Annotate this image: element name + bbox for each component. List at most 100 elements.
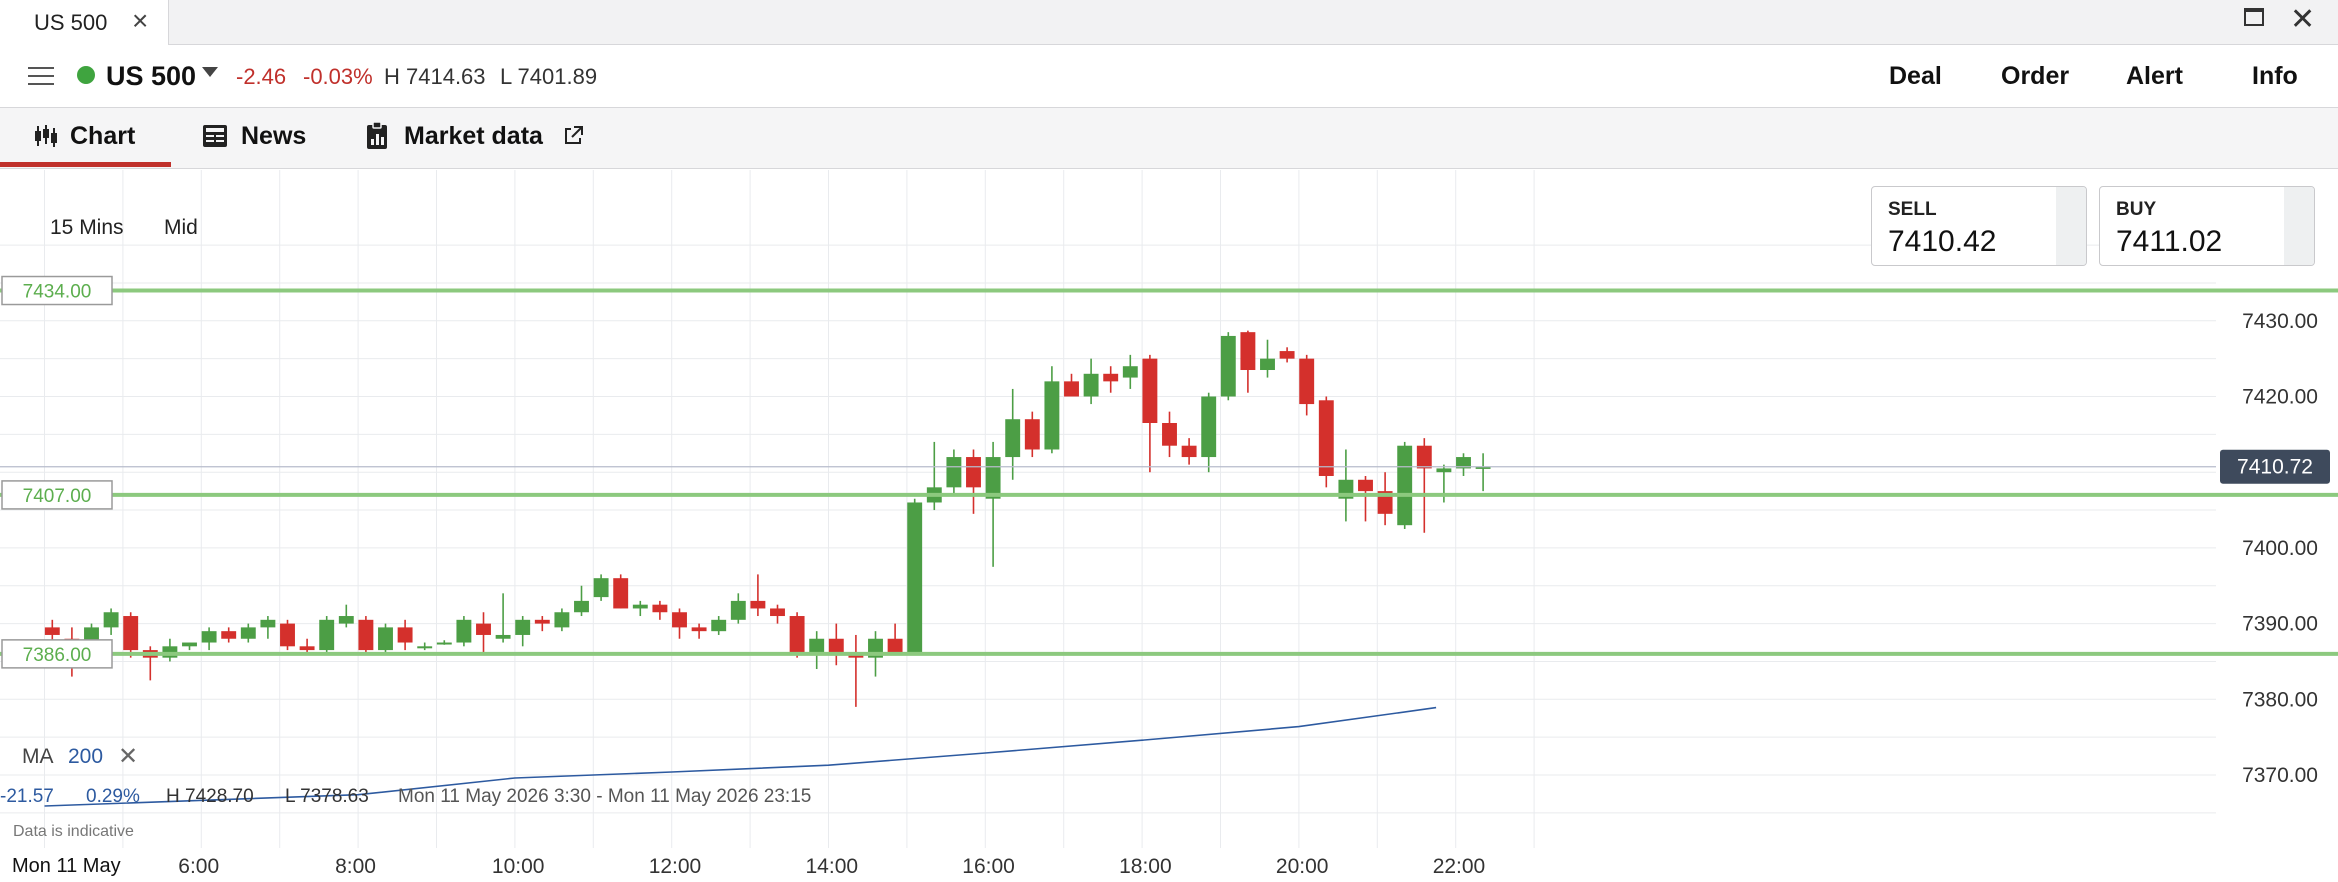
ma-indicator-label[interactable]: MA (22, 745, 54, 769)
candle-body (358, 619, 374, 651)
interval-selector[interactable]: 15 Mins (50, 216, 124, 240)
active-tab-indicator (0, 162, 171, 167)
tab-chart[interactable]: Chart (70, 122, 135, 151)
candle-body (750, 600, 766, 609)
price-change: -2.46 (236, 64, 287, 89)
candle-body (1162, 422, 1177, 446)
nav-tab-bar (0, 108, 2338, 169)
candle (1044, 366, 1060, 454)
candle-body (476, 623, 491, 635)
candle-body (1240, 332, 1256, 371)
candle-body (1142, 358, 1158, 423)
candle (848, 634, 864, 707)
window-close-icon[interactable]: ✕ (2290, 2, 2315, 38)
candle (593, 574, 609, 601)
ma-period[interactable]: 200 (68, 745, 103, 769)
y-axis-labels: 7370.007380.007390.007400.007410.007420.… (2242, 310, 2318, 787)
candles-layer (44, 330, 1491, 707)
external-link-icon[interactable] (562, 125, 584, 147)
candle (789, 612, 805, 658)
day-low: L 7401.89 (500, 64, 598, 89)
alert-button[interactable]: Alert (2126, 62, 2183, 91)
candle (1103, 366, 1119, 393)
alert-label: 7407.00 (23, 486, 92, 507)
candle-body (1397, 445, 1413, 526)
candle-body (436, 642, 452, 645)
price-chart[interactable]: 7434.00 7407.00 7386.00 7370.00 7380.00 7390… (0, 170, 2338, 882)
candle (632, 600, 648, 617)
candle (260, 616, 276, 639)
sell-label: SELL (1888, 199, 1937, 220)
candle-body (632, 604, 648, 609)
candle (534, 616, 550, 632)
x-tick-label: 18:00 (1119, 855, 1172, 878)
order-button[interactable]: Order (2001, 62, 2069, 91)
hamburger-menu-icon[interactable] (28, 67, 54, 85)
info-button[interactable]: Info (2252, 62, 2298, 91)
sell-button[interactable]: SELL 7410.42 (1871, 186, 2087, 266)
y-tick-label: 7380.00 (2242, 688, 2318, 711)
candle-body (495, 634, 511, 639)
x-tick-label: 10:00 (491, 855, 545, 878)
price-change-percent: -0.03% (303, 64, 373, 89)
caret-down-icon[interactable] (202, 67, 218, 77)
x-tick-label: 14:00 (805, 855, 859, 878)
candle-body (201, 631, 217, 643)
candle (926, 441, 942, 511)
tab-news[interactable]: News (241, 122, 306, 151)
clipboard-chart-icon (367, 122, 387, 149)
y-tick-label: 7400.00 (2242, 537, 2318, 560)
remove-indicator-icon[interactable]: ✕ (118, 742, 138, 771)
candle (1024, 411, 1040, 458)
price-type-selector[interactable]: Mid (164, 216, 198, 240)
candle (319, 616, 335, 654)
candle (1083, 358, 1099, 405)
market-status-dot (77, 66, 95, 84)
candle (397, 619, 413, 651)
candle-body (907, 502, 923, 654)
day-high: H 7414.63 (384, 64, 486, 89)
candle-body (593, 578, 609, 598)
alert-label: 7386.00 (23, 645, 92, 666)
instrument-name[interactable]: US 500 (106, 61, 196, 92)
candle-body (691, 627, 707, 632)
candle (1377, 472, 1393, 526)
candle (1162, 411, 1177, 458)
candle-body (1436, 468, 1452, 473)
candle-body (1358, 479, 1373, 492)
buy-button[interactable]: BUY 7411.02 (2099, 186, 2315, 266)
tab-close-icon[interactable]: × (132, 6, 148, 36)
tab-title[interactable]: US 500 (34, 10, 107, 36)
current-price-label: 7410.72 (2237, 456, 2313, 479)
candle (515, 616, 531, 647)
candle (691, 623, 707, 639)
candle-body (946, 457, 962, 488)
candle-body (966, 457, 981, 488)
candle-body (1279, 351, 1295, 359)
candle (201, 627, 217, 651)
candle (476, 612, 491, 654)
vertical-gridlines (44, 170, 1535, 848)
candle (1279, 347, 1295, 363)
candle (1142, 354, 1158, 473)
candle-body (730, 600, 746, 620)
candle-body (103, 612, 119, 628)
tab-market-data[interactable]: Market data (404, 122, 543, 151)
candle-body (1260, 358, 1275, 371)
candle-body (828, 638, 844, 654)
candle-body (515, 619, 531, 635)
candle (1318, 396, 1334, 488)
candle-body (260, 619, 276, 628)
candle (1220, 332, 1236, 401)
candle (770, 604, 785, 624)
candle (750, 574, 766, 617)
window-title-bar (0, 0, 2338, 45)
candle-body (1299, 358, 1315, 405)
candle (240, 623, 256, 643)
range-low: L 7378.63 (285, 786, 369, 807)
x-tick-label: 6:00 (178, 855, 220, 878)
candle-body (809, 638, 825, 654)
maximize-icon[interactable] (2244, 8, 2264, 26)
candle-body (789, 616, 805, 654)
deal-button[interactable]: Deal (1889, 62, 1942, 91)
